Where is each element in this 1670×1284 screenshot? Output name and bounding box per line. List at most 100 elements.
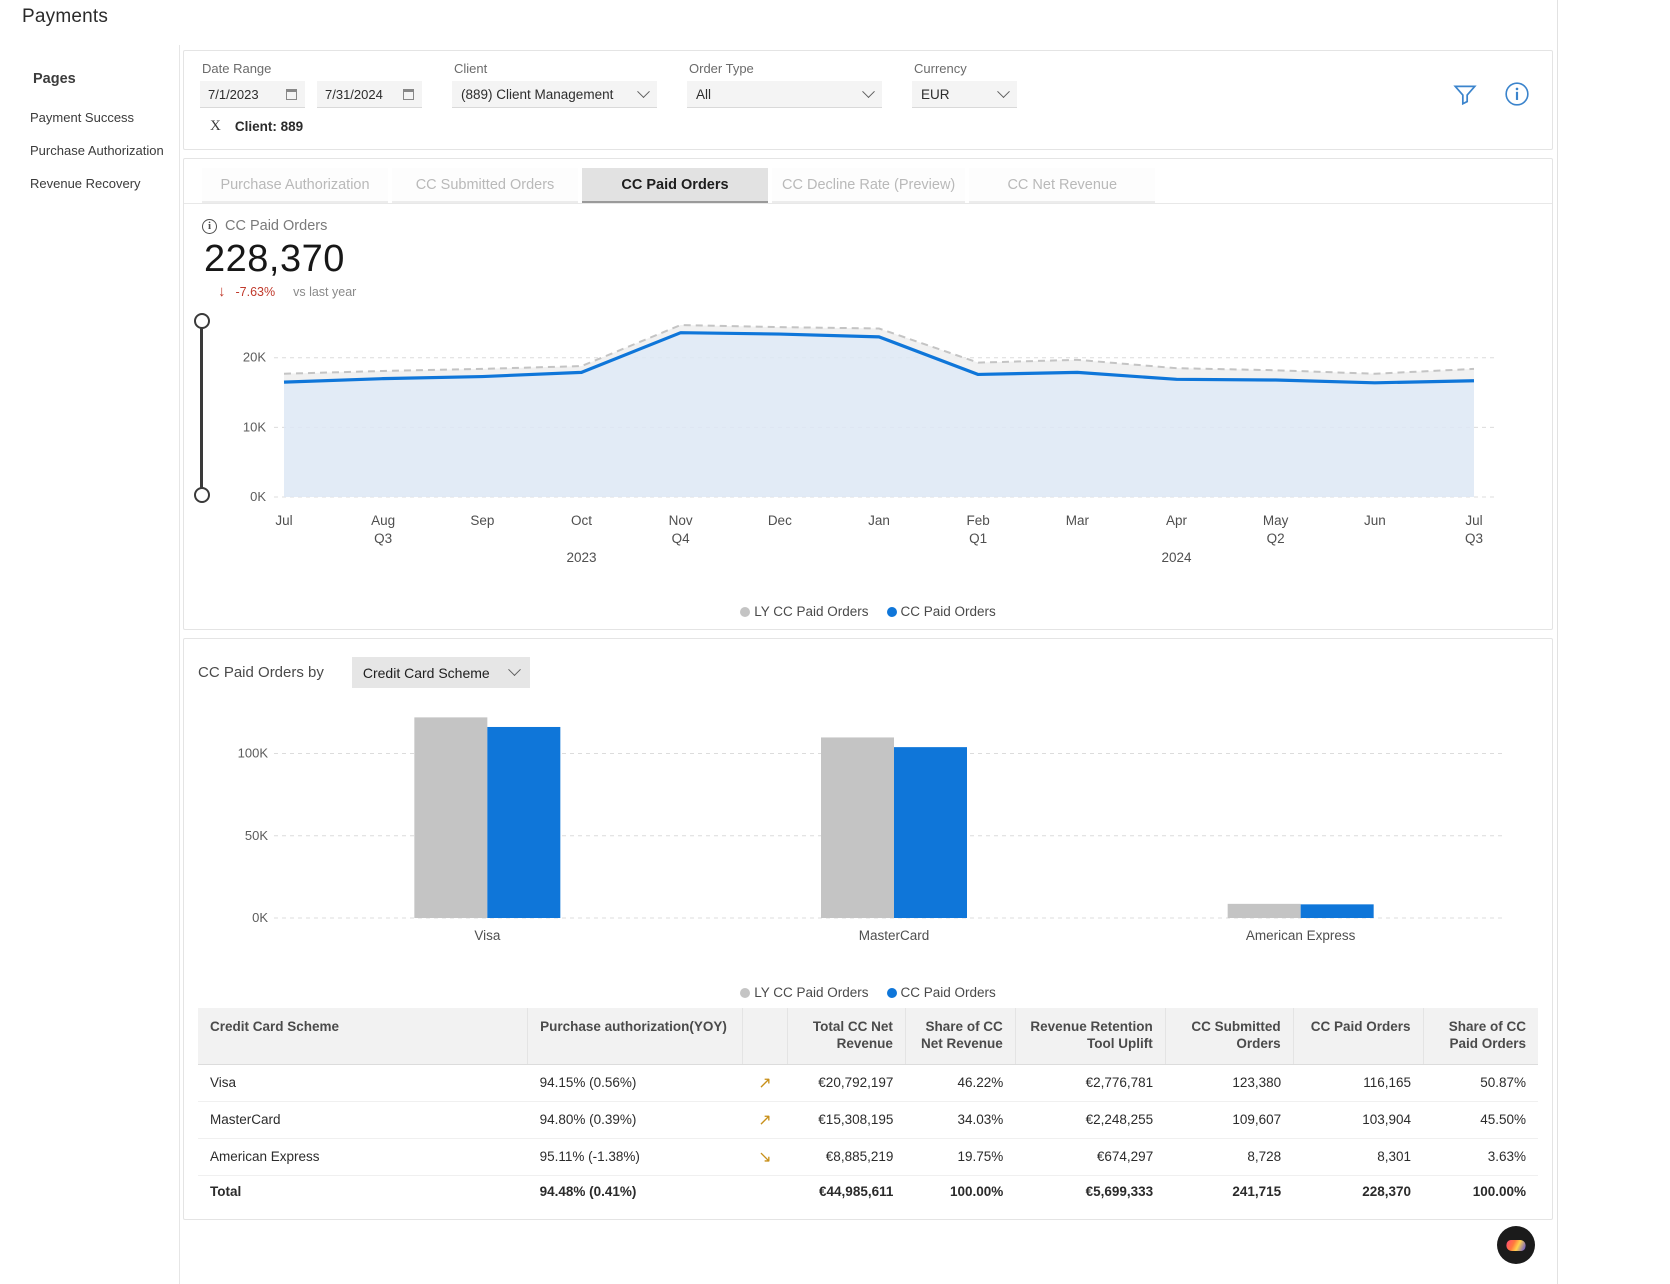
svg-text:20K: 20K [243, 350, 266, 365]
chevron-down-icon [862, 84, 875, 98]
table-body: Visa 94.15% (0.56%) ↗ €20,792,197 46.22% €2,7… [198, 1064, 1538, 1207]
svg-text:Q3: Q3 [374, 531, 392, 546]
remove-filter-icon[interactable]: X [202, 118, 235, 135]
filter-bar: Date Range 7/1/2023 7/31/2024 Client (88… [183, 50, 1553, 150]
dimension-value: Credit Card Scheme [362, 664, 490, 681]
watermark-icon [1504, 1239, 1528, 1251]
table-row[interactable]: Visa 94.15% (0.56%) ↗ €20,792,197 46.22% €2,7… [198, 1064, 1538, 1102]
svg-text:Q3: Q3 [1465, 531, 1483, 546]
kpi-info-icon[interactable]: i [202, 218, 217, 234]
tab-cc-submitted-orders[interactable]: CC Submitted Orders [392, 168, 578, 203]
order-type-filter: Order Type All [687, 61, 882, 108]
col-revenue-retention-tool-uplift[interactable]: Revenue Retention Tool Uplift [1015, 1008, 1166, 1065]
date-range-filter: Date Range 7/1/2023 7/31/2024 [200, 61, 422, 108]
col-trend [742, 1008, 788, 1065]
table-row-total[interactable]: Total 94.48% (0.41%) €44,985,611 100.00% €5,… [198, 1174, 1538, 1207]
table-cell-retention-uplift: €2,776,781 [1015, 1064, 1166, 1102]
col-cc-paid-orders[interactable]: CC Paid Orders [1293, 1008, 1424, 1065]
table-cell-paid-orders: 8,301 [1293, 1138, 1424, 1176]
svg-text:2024: 2024 [1161, 550, 1192, 565]
svg-text:Feb: Feb [967, 513, 990, 528]
svg-text:Aug: Aug [371, 513, 395, 528]
tab-bar: Purchase Authorization CC Submitted Orde… [184, 159, 1552, 204]
filter-icon[interactable] [1452, 81, 1478, 112]
date-from-input[interactable]: 7/1/2023 [200, 81, 305, 108]
table-cell-submitted-orders: 109,607 [1165, 1101, 1294, 1139]
currency-filter: Currency EUR [912, 61, 1017, 108]
date-from-value: 7/1/2023 [208, 86, 259, 102]
svg-text:Mar: Mar [1066, 513, 1090, 528]
currency-select[interactable]: EUR [912, 81, 1017, 108]
table-row[interactable]: American Express 95.11% (-1.38%) ↘ €8,885,2… [198, 1138, 1538, 1176]
trend-arrow-icon: ↗ [742, 1101, 788, 1139]
table-cell-retention-uplift: €674,297 [1015, 1138, 1166, 1176]
legend-item-ly[interactable]: LY CC Paid Orders [740, 604, 869, 619]
sidebar-item-revenue-recovery[interactable]: Revenue Recovery [0, 167, 179, 200]
kpi-comparison: vs last year [293, 284, 357, 299]
date-to-input[interactable]: 7/31/2024 [317, 81, 422, 108]
order-type-select[interactable]: All [687, 81, 882, 108]
order-type-label: Order Type [689, 61, 754, 76]
dimension-select[interactable]: Credit Card Scheme [351, 657, 530, 688]
svg-text:Sep: Sep [470, 513, 494, 528]
table-cell-retention-uplift: €2,248,255 [1015, 1101, 1166, 1139]
svg-text:Jan: Jan [868, 513, 890, 528]
table-cell-scheme: MasterCard [198, 1101, 528, 1139]
app-window: Payments Pages Payment Success Purchase … [0, 0, 1558, 1284]
svg-text:Q2: Q2 [1267, 531, 1285, 546]
sidebar-item-purchase-authorization[interactable]: Purchase Authorization [0, 134, 179, 167]
col-share-of-cc-paid-orders[interactable]: Share of CC Paid Orders [1423, 1008, 1538, 1065]
kpi-delta: -7.63% [235, 284, 276, 299]
trend-arrow-icon: ↘ [742, 1138, 788, 1176]
table-cell-scheme: Visa [198, 1064, 528, 1102]
table-header-row: Credit Card Scheme Purchase authorizatio… [198, 1008, 1538, 1065]
info-icon[interactable] [1504, 81, 1530, 112]
table-cell-total-net-revenue: €15,308,195 [787, 1101, 906, 1139]
line-chart: 0K 10K 20K Jul Aug Sep Oct Nov Dec Jan Feb Mar Apr Ma… [184, 299, 1552, 629]
calendar-icon [286, 88, 297, 100]
col-credit-card-scheme[interactable]: Credit Card Scheme [198, 1008, 529, 1065]
svg-text:American Express: American Express [1246, 928, 1356, 943]
line-chart-legend: LY CC Paid Orders CC Paid Orders [184, 604, 1552, 619]
client-label: Client [454, 61, 488, 76]
svg-text:100K: 100K [238, 746, 269, 761]
currency-value: EUR [921, 86, 950, 102]
tab-cc-paid-orders[interactable]: CC Paid Orders [582, 168, 768, 203]
tab-cc-decline-rate[interactable]: CC Decline Rate (Preview) [772, 168, 966, 203]
svg-text:2023: 2023 [566, 550, 596, 565]
trend-arrow-icon [742, 1174, 788, 1207]
chevron-down-icon [997, 84, 1010, 98]
tab-purchase-authorization[interactable]: Purchase Authorization [202, 168, 388, 203]
svg-text:MasterCard: MasterCard [859, 928, 930, 943]
legend-item-ly[interactable]: LY CC Paid Orders [740, 985, 869, 1000]
col-total-cc-net-revenue[interactable]: Total CC Net Revenue [787, 1008, 906, 1065]
active-filter-chip: X Client: 889 [200, 118, 1536, 135]
filter-bar-actions [1452, 81, 1530, 112]
table-cell-paid-orders: 103,904 [1293, 1101, 1424, 1139]
table-cell-submitted-orders: 241,715 [1165, 1174, 1294, 1207]
table-cell-submitted-orders: 123,380 [1165, 1064, 1294, 1102]
table-cell-total-net-revenue: €44,985,611 [787, 1174, 906, 1207]
legend-label-ly: LY CC Paid Orders [754, 604, 869, 619]
bar-chart-legend: LY CC Paid Orders CC Paid Orders [184, 985, 1552, 1000]
col-cc-submitted-orders[interactable]: CC Submitted Orders [1165, 1008, 1294, 1065]
trend-arrow-icon: ↗ [742, 1064, 788, 1102]
sidebar-item-payment-success[interactable]: Payment Success [0, 101, 179, 134]
client-select[interactable]: (889) Client Management [452, 81, 657, 108]
table-cell-share-net-revenue: 46.22% [905, 1064, 1016, 1102]
legend-item-current[interactable]: CC Paid Orders [886, 604, 996, 619]
table-cell-submitted-orders: 8,728 [1165, 1138, 1294, 1176]
trend-down-icon: ↓ [218, 283, 226, 300]
svg-text:Jul: Jul [275, 513, 292, 528]
svg-text:50K: 50K [245, 828, 268, 843]
legend-swatch-ly [740, 987, 751, 998]
bar-chart: 0K 50K 100K Visa MasterCard American Express … [184, 688, 1552, 1008]
table-cell-paid-orders: 228,370 [1293, 1174, 1424, 1207]
tab-cc-net-revenue[interactable]: CC Net Revenue [969, 168, 1156, 203]
table-row[interactable]: MasterCard 94.80% (0.39%) ↗ €15,308,195 34.0… [198, 1101, 1538, 1139]
col-purchase-authorization[interactable]: Purchase authorization(YOY) [527, 1008, 743, 1065]
legend-item-current[interactable]: CC Paid Orders [886, 985, 996, 1000]
svg-text:Jun: Jun [1364, 513, 1386, 528]
legend-swatch-current [886, 987, 897, 998]
col-share-of-cc-net-revenue[interactable]: Share of CC Net Revenue [905, 1008, 1016, 1065]
